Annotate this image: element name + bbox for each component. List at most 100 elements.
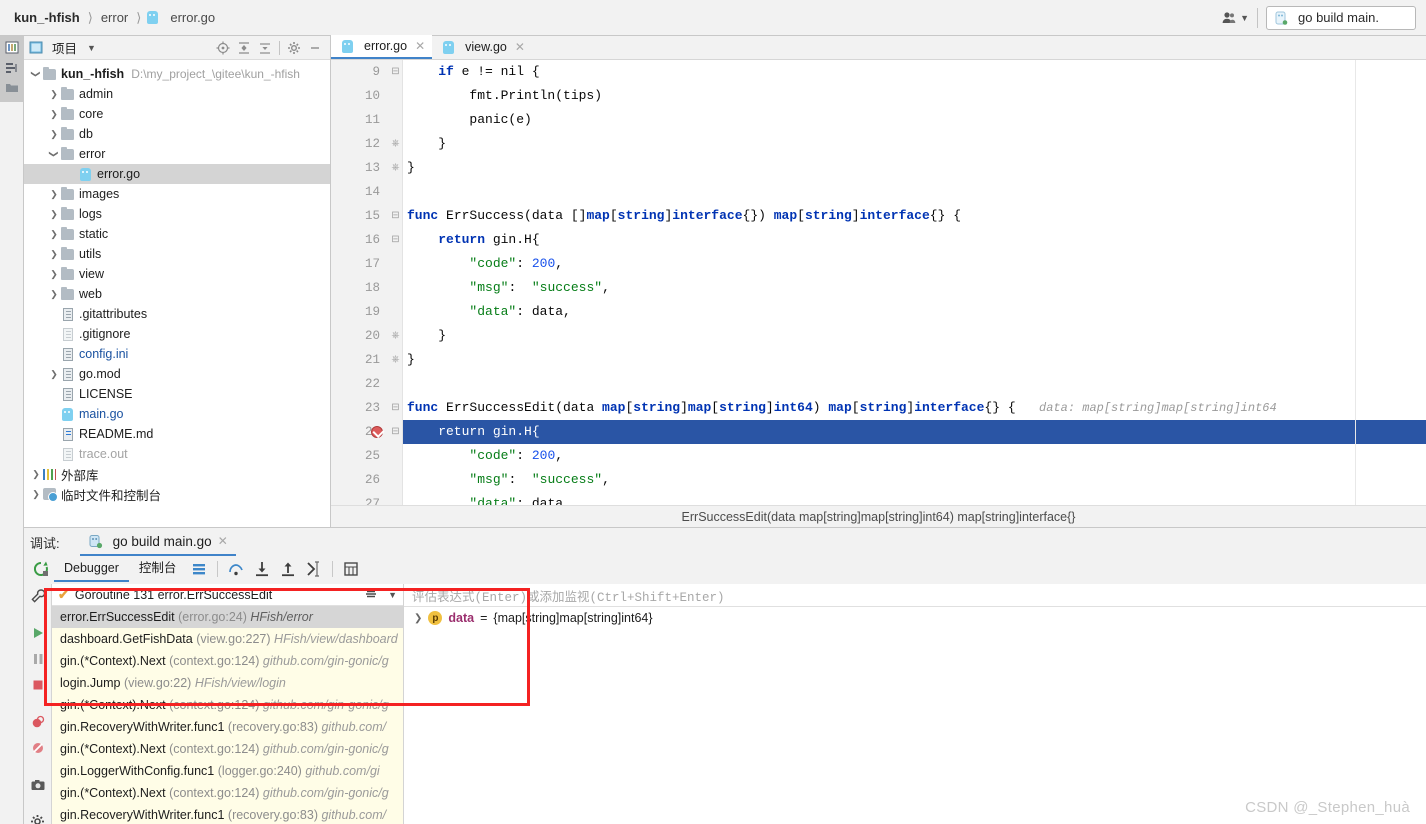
tree-item-LICENSE[interactable]: ❯LICENSE bbox=[24, 384, 330, 404]
tree-item-trace.out[interactable]: ❯trace.out bbox=[24, 444, 330, 464]
frame-list[interactable]: error.ErrSuccessEdit (error.go:24) HFish… bbox=[52, 606, 403, 824]
tree-item-view[interactable]: ❯ view bbox=[24, 264, 330, 284]
expand-selection-icon[interactable] bbox=[258, 41, 272, 55]
collapse-all-icon[interactable] bbox=[237, 41, 251, 55]
tab-debugger[interactable]: Debugger bbox=[54, 556, 129, 582]
tree-item-error.go[interactable]: ❯error.go bbox=[24, 164, 330, 184]
code-line[interactable]: fmt.Println(tips) bbox=[403, 84, 1426, 108]
editor-tab-viewgo[interactable]: view.go ✕ bbox=[432, 35, 532, 59]
stack-frame-row[interactable]: gin.(*Context).Next (context.go:124) git… bbox=[52, 782, 403, 804]
stop-icon[interactable] bbox=[30, 677, 46, 696]
evaluate-expression-input[interactable]: 评估表达式(Enter)或添加监视(Ctrl+Shift+Enter) bbox=[404, 584, 1426, 607]
close-icon[interactable]: ✕ bbox=[415, 39, 425, 53]
tree-item-utils[interactable]: ❯ utils bbox=[24, 244, 330, 264]
stack-frame-row[interactable]: gin.(*Context).Next (context.go:124) git… bbox=[52, 694, 403, 716]
chevron-right-icon[interactable]: ❯ bbox=[48, 104, 60, 124]
code-line[interactable]: func ErrSuccess(data []map[string]interf… bbox=[403, 204, 1426, 228]
chevron-right-icon[interactable]: ❯ bbox=[48, 364, 60, 384]
settings-icon[interactable] bbox=[30, 814, 46, 824]
tab-console[interactable]: 控制台 bbox=[129, 556, 187, 582]
close-icon[interactable]: ✕ bbox=[218, 534, 228, 548]
frames-panel[interactable]: ✔ Goroutine 131 error.ErrSuccessEdit ▼ e… bbox=[52, 584, 404, 824]
tree-item-README.md[interactable]: ❯README.md bbox=[24, 424, 330, 444]
stack-frame-row[interactable]: error.ErrSuccessEdit (error.go:24) HFish… bbox=[52, 606, 403, 628]
fold-toggle-icon[interactable]: ⎈ bbox=[389, 132, 402, 156]
variables-list[interactable]: ❯ p data = {map[string]map[string]int64} bbox=[404, 607, 1426, 629]
code-line[interactable]: "code": 200, bbox=[403, 252, 1426, 276]
breadcrumb-folder[interactable]: error bbox=[97, 10, 132, 25]
tree-item-db[interactable]: ❯ db bbox=[24, 124, 330, 144]
chevron-right-icon[interactable]: ❯ bbox=[48, 124, 60, 144]
layout-icon[interactable] bbox=[186, 558, 212, 580]
tree-item-[interactable]: ❯ 外部库 bbox=[24, 464, 330, 484]
code-line[interactable]: func ErrSuccessEdit(data map[string]map[… bbox=[403, 396, 1426, 420]
tree-item-.gitattributes[interactable]: ❯.gitattributes bbox=[24, 304, 330, 324]
resume-icon[interactable] bbox=[30, 625, 46, 644]
code-line[interactable] bbox=[403, 180, 1426, 204]
code-line[interactable]: "msg": "success", bbox=[403, 276, 1426, 300]
debug-session-tab[interactable]: go build main.go ✕ bbox=[79, 528, 236, 556]
fold-toggle-icon[interactable]: ⎈ bbox=[389, 324, 402, 348]
tree-item-web[interactable]: ❯ web bbox=[24, 284, 330, 304]
code-line[interactable]: "code": 200, bbox=[403, 444, 1426, 468]
code-line[interactable]: } bbox=[403, 156, 1426, 180]
fold-toggle-icon[interactable]: ⊟ bbox=[389, 60, 402, 84]
fold-toggle-icon[interactable]: ⎈ bbox=[389, 348, 402, 372]
tree-item-config.ini[interactable]: ❯config.ini bbox=[24, 344, 330, 364]
fold-toggle-icon[interactable]: ⊟ bbox=[389, 228, 402, 252]
structure-tool-icon[interactable] bbox=[4, 60, 20, 76]
tree-item-admin[interactable]: ❯ admin bbox=[24, 84, 330, 104]
frames-list-icon[interactable] bbox=[364, 586, 378, 603]
mute-breakpoints-icon[interactable] bbox=[30, 740, 46, 759]
pause-icon[interactable] bbox=[30, 651, 46, 670]
goroutine-selector[interactable]: ✔ Goroutine 131 error.ErrSuccessEdit ▼ bbox=[52, 584, 403, 606]
stack-frame-row[interactable]: gin.LoggerWithConfig.func1 (logger.go:24… bbox=[52, 760, 403, 782]
minimize-icon[interactable] bbox=[308, 41, 322, 55]
view-breakpoints-icon[interactable] bbox=[30, 714, 46, 733]
people-icon[interactable]: ▼ bbox=[1222, 11, 1249, 24]
stack-frame-row[interactable]: dashboard.GetFishData (view.go:227) HFis… bbox=[52, 628, 403, 650]
code-line[interactable]: if e != nil { bbox=[403, 60, 1426, 84]
code-line[interactable] bbox=[403, 372, 1426, 396]
code-line[interactable]: panic(e) bbox=[403, 108, 1426, 132]
tree-item-go.mod[interactable]: ❯ go.mod bbox=[24, 364, 330, 384]
gear-icon[interactable] bbox=[287, 41, 301, 55]
tree-item-error[interactable]: ❯ error bbox=[24, 144, 330, 164]
chevron-right-icon[interactable]: ❯ bbox=[48, 184, 60, 204]
tree-item-static[interactable]: ❯ static bbox=[24, 224, 330, 244]
code-line[interactable]: } bbox=[403, 132, 1426, 156]
tree-item-core[interactable]: ❯ core bbox=[24, 104, 330, 124]
chevron-right-icon[interactable]: ❯ bbox=[30, 484, 42, 504]
tree-item-kun_-hfish[interactable]: ❯ kun_-hfish D:\my_project_\gitee\kun_-hfi… bbox=[24, 64, 330, 84]
fold-toggle-icon[interactable]: ⊟ bbox=[389, 204, 402, 228]
code-folding-gutter[interactable]: ⊟⎈⎈⊟⊟⎈⎈⊟⊟⎈ bbox=[389, 60, 403, 533]
stack-frame-row[interactable]: gin.RecoveryWithWriter.func1 (recovery.g… bbox=[52, 716, 403, 738]
chevron-right-icon[interactable]: ❯ bbox=[414, 613, 422, 624]
chevron-right-icon[interactable]: ❯ bbox=[48, 224, 60, 244]
code-line[interactable]: return gin.H{ bbox=[403, 228, 1426, 252]
step-out-icon[interactable] bbox=[275, 558, 301, 580]
chevron-right-icon[interactable]: ❯ bbox=[48, 204, 60, 224]
chevron-right-icon[interactable]: ❯ bbox=[30, 464, 42, 484]
editor-tab-errorgo[interactable]: error.go ✕ bbox=[331, 35, 433, 59]
run-to-cursor-icon[interactable] bbox=[301, 558, 327, 580]
tree-item-main.go[interactable]: ❯main.go bbox=[24, 404, 330, 424]
fold-toggle-icon[interactable]: ⊟ bbox=[389, 396, 402, 420]
stack-frame-row[interactable]: login.Jump (view.go:22) HFish/view/login bbox=[52, 672, 403, 694]
camera-icon[interactable] bbox=[30, 777, 46, 796]
project-tree[interactable]: ❯ kun_-hfish D:\my_project_\gitee\kun_-hfi… bbox=[24, 60, 330, 528]
code-line[interactable]: } bbox=[403, 348, 1426, 372]
step-into-icon[interactable] bbox=[249, 558, 275, 580]
fold-toggle-icon[interactable]: ⎈ bbox=[389, 156, 402, 180]
chevron-right-icon[interactable]: ❯ bbox=[48, 244, 60, 264]
stack-frame-row[interactable]: gin.(*Context).Next (context.go:124) git… bbox=[52, 650, 403, 672]
chevron-right-icon[interactable]: ❯ bbox=[48, 84, 60, 104]
stack-frame-row[interactable]: gin.RecoveryWithWriter.func1 (recovery.g… bbox=[52, 804, 403, 824]
close-icon[interactable]: ✕ bbox=[515, 40, 525, 54]
tree-item-images[interactable]: ❯ images bbox=[24, 184, 330, 204]
chevron-right-icon[interactable]: ❯ bbox=[48, 264, 60, 284]
chevron-down-icon[interactable]: ▼ bbox=[87, 43, 96, 53]
code-line[interactable]: return gin.H{ bbox=[403, 420, 1426, 444]
run-configuration-selector[interactable]: go build main. bbox=[1266, 5, 1416, 30]
breadcrumb-file[interactable]: error.go bbox=[166, 10, 219, 25]
